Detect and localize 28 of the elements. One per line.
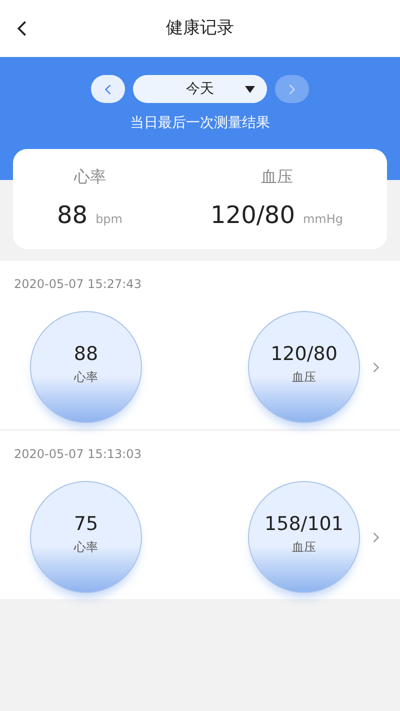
record-row[interactable]: 2020-05-07 15:13:03 75 心率 158/101 血压 [0, 431, 400, 599]
reading-value: 158/101 [264, 512, 344, 537]
record-time: 2020-05-07 15:27:43 [14, 276, 142, 293]
reading-label: 血压 [292, 539, 316, 556]
metric-unit: bpm [96, 211, 122, 228]
reading-value: 75 [74, 512, 98, 537]
dropdown-icon [245, 86, 255, 93]
date-dropdown[interactable]: 今天 [133, 75, 267, 103]
back-icon[interactable] [16, 20, 28, 37]
metric-label: 血压 [260, 166, 293, 188]
chevron-left-icon [104, 84, 112, 94]
metric-value: 120/80 [210, 200, 295, 231]
reading-value: 120/80 [270, 342, 338, 367]
chevron-right-icon[interactable] [372, 360, 380, 374]
reading-value: 88 [74, 342, 98, 367]
reading-label: 血压 [292, 369, 316, 386]
metric-value: 88 [57, 200, 88, 231]
record-time: 2020-05-07 15:13:03 [14, 446, 142, 463]
metric-label: 心率 [74, 166, 106, 188]
chevron-right-icon[interactable] [372, 530, 380, 544]
reading-label: 心率 [74, 539, 98, 556]
chevron-right-icon [288, 84, 296, 94]
record-row[interactable]: 2020-05-07 15:27:43 88 心率 120/80 血压 [0, 261, 400, 429]
summary-caption: 当日最后一次测量结果 [130, 114, 270, 133]
page-title: 健康记录 [166, 16, 234, 40]
metric-unit: mmHg [302, 211, 343, 228]
previous-day-button[interactable] [91, 75, 125, 103]
reading-label: 心率 [74, 369, 98, 386]
